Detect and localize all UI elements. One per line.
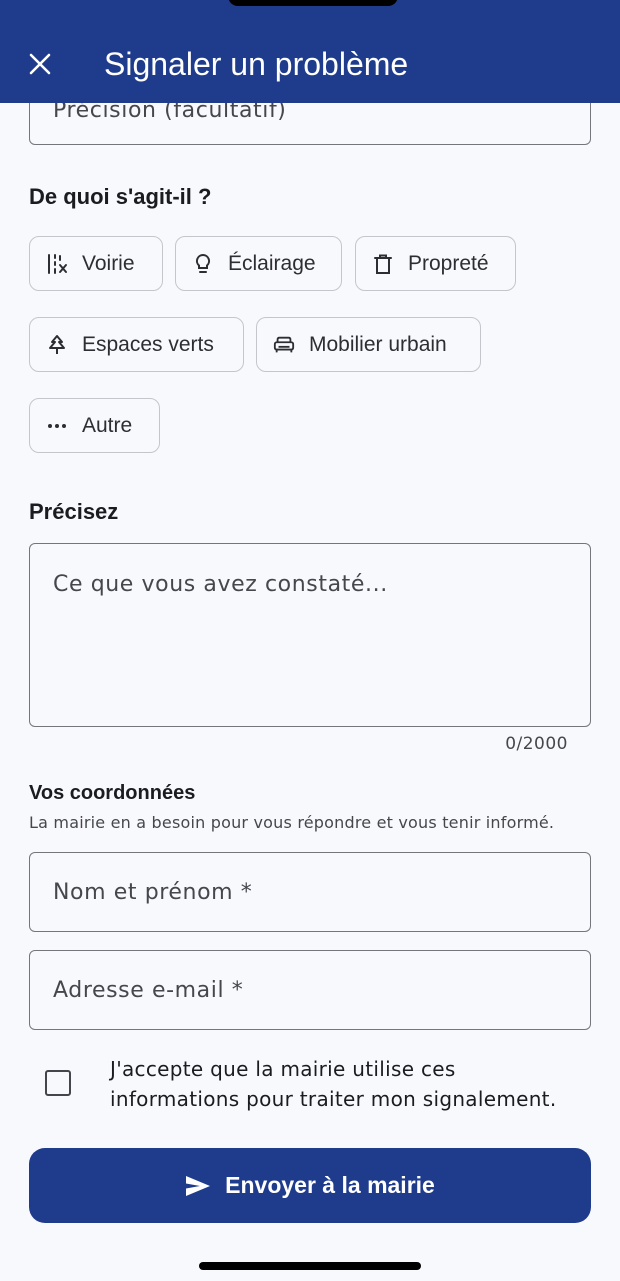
email-field[interactable]: Adresse e-mail * xyxy=(29,950,591,1030)
category-title: De quoi s'agit-il ? xyxy=(29,184,212,209)
close-button[interactable] xyxy=(20,44,60,84)
chip-espaces-verts[interactable]: Espaces verts xyxy=(29,317,244,372)
contact-subtitle: La mairie en a besoin pour vous répondre… xyxy=(29,813,555,832)
chip-mobilier-urbain[interactable]: Mobilier urbain xyxy=(256,317,481,372)
page-title: Signaler un problème xyxy=(104,46,409,82)
chip-proprete[interactable]: Propreté xyxy=(355,236,516,291)
submit-label: Envoyer à la mairie xyxy=(225,1172,435,1198)
road-icon xyxy=(46,253,68,275)
description-textarea[interactable]: Ce que vous avez constaté... xyxy=(29,543,591,727)
consent-checkbox[interactable] xyxy=(45,1070,71,1096)
consent-label: J'accepte que la mairie utilise ces info… xyxy=(110,1057,557,1111)
home-indicator xyxy=(199,1262,421,1270)
character-counter: 0/2000 xyxy=(505,734,568,754)
bench-icon xyxy=(273,334,295,356)
lightbulb-icon xyxy=(192,253,214,275)
more-icon xyxy=(46,415,68,437)
close-icon xyxy=(28,52,52,76)
name-field[interactable]: Nom et prénom * xyxy=(29,852,591,932)
chip-label: Autre xyxy=(82,413,133,437)
send-icon xyxy=(185,1175,211,1197)
details-title: Précisez xyxy=(29,499,119,524)
tree-icon xyxy=(46,334,68,356)
chip-label: Espaces verts xyxy=(82,332,214,356)
description-placeholder: Ce que vous avez constaté... xyxy=(53,572,388,597)
chip-label: Éclairage xyxy=(228,251,316,275)
chip-label: Voirie xyxy=(82,251,135,275)
app-bar: Signaler un problème xyxy=(0,0,620,103)
chip-eclairage[interactable]: Éclairage xyxy=(175,236,342,291)
email-placeholder: Adresse e-mail * xyxy=(53,978,244,1003)
trash-icon xyxy=(372,253,394,275)
camera-notch xyxy=(228,0,398,6)
name-placeholder: Nom et prénom * xyxy=(53,880,253,905)
chip-label: Propreté xyxy=(408,251,489,275)
contact-title: Vos coordonnées xyxy=(29,782,196,804)
chip-label: Mobilier urbain xyxy=(309,332,447,356)
submit-button[interactable]: Envoyer à la mairie xyxy=(29,1148,591,1223)
chip-voirie[interactable]: Voirie xyxy=(29,236,163,291)
chip-autre[interactable]: Autre xyxy=(29,398,160,453)
